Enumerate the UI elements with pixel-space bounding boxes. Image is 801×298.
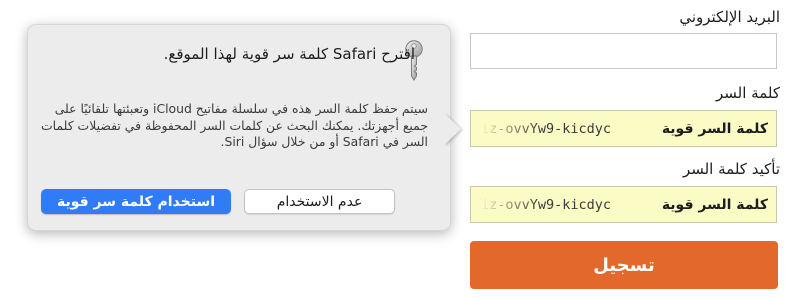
dont-use-button[interactable]: عدم الاستخدام — [244, 189, 395, 214]
strong-password-tag: كلمة السر قوية — [661, 196, 768, 213]
use-strong-password-button[interactable]: استخدام كلمة سر قوية — [41, 189, 231, 214]
password-label: كلمة السر — [716, 84, 780, 102]
email-label: البريد الإلكتروني — [679, 8, 780, 26]
signup-button[interactable]: تسجيل — [470, 241, 778, 289]
email-input[interactable] — [470, 33, 777, 69]
strong-password-popover: اقترح Safari كلمة سر قوية لهذا الموقع. س… — [27, 24, 451, 231]
strong-password-tag: كلمة السر قوية — [661, 120, 768, 137]
popover-description: سيتم حفظ كلمة السر هذه في سلسلة مفاتيح i… — [41, 101, 428, 149]
password-value: iz-ovvYw9-kicdyc — [481, 120, 612, 137]
confirm-password-value: iz-ovvYw9-kicdyc — [481, 196, 612, 213]
password-field[interactable]: كلمة السر قوية iz-ovvYw9-kicdyc — [470, 110, 777, 147]
popover-arrow — [444, 113, 461, 145]
confirm-password-label: تأكيد كلمة السر — [682, 160, 780, 178]
popover-title: اقترح Safari كلمة سر قوية لهذا الموقع. — [163, 45, 415, 63]
confirm-password-field[interactable]: كلمة السر قوية iz-ovvYw9-kicdyc — [470, 186, 777, 223]
